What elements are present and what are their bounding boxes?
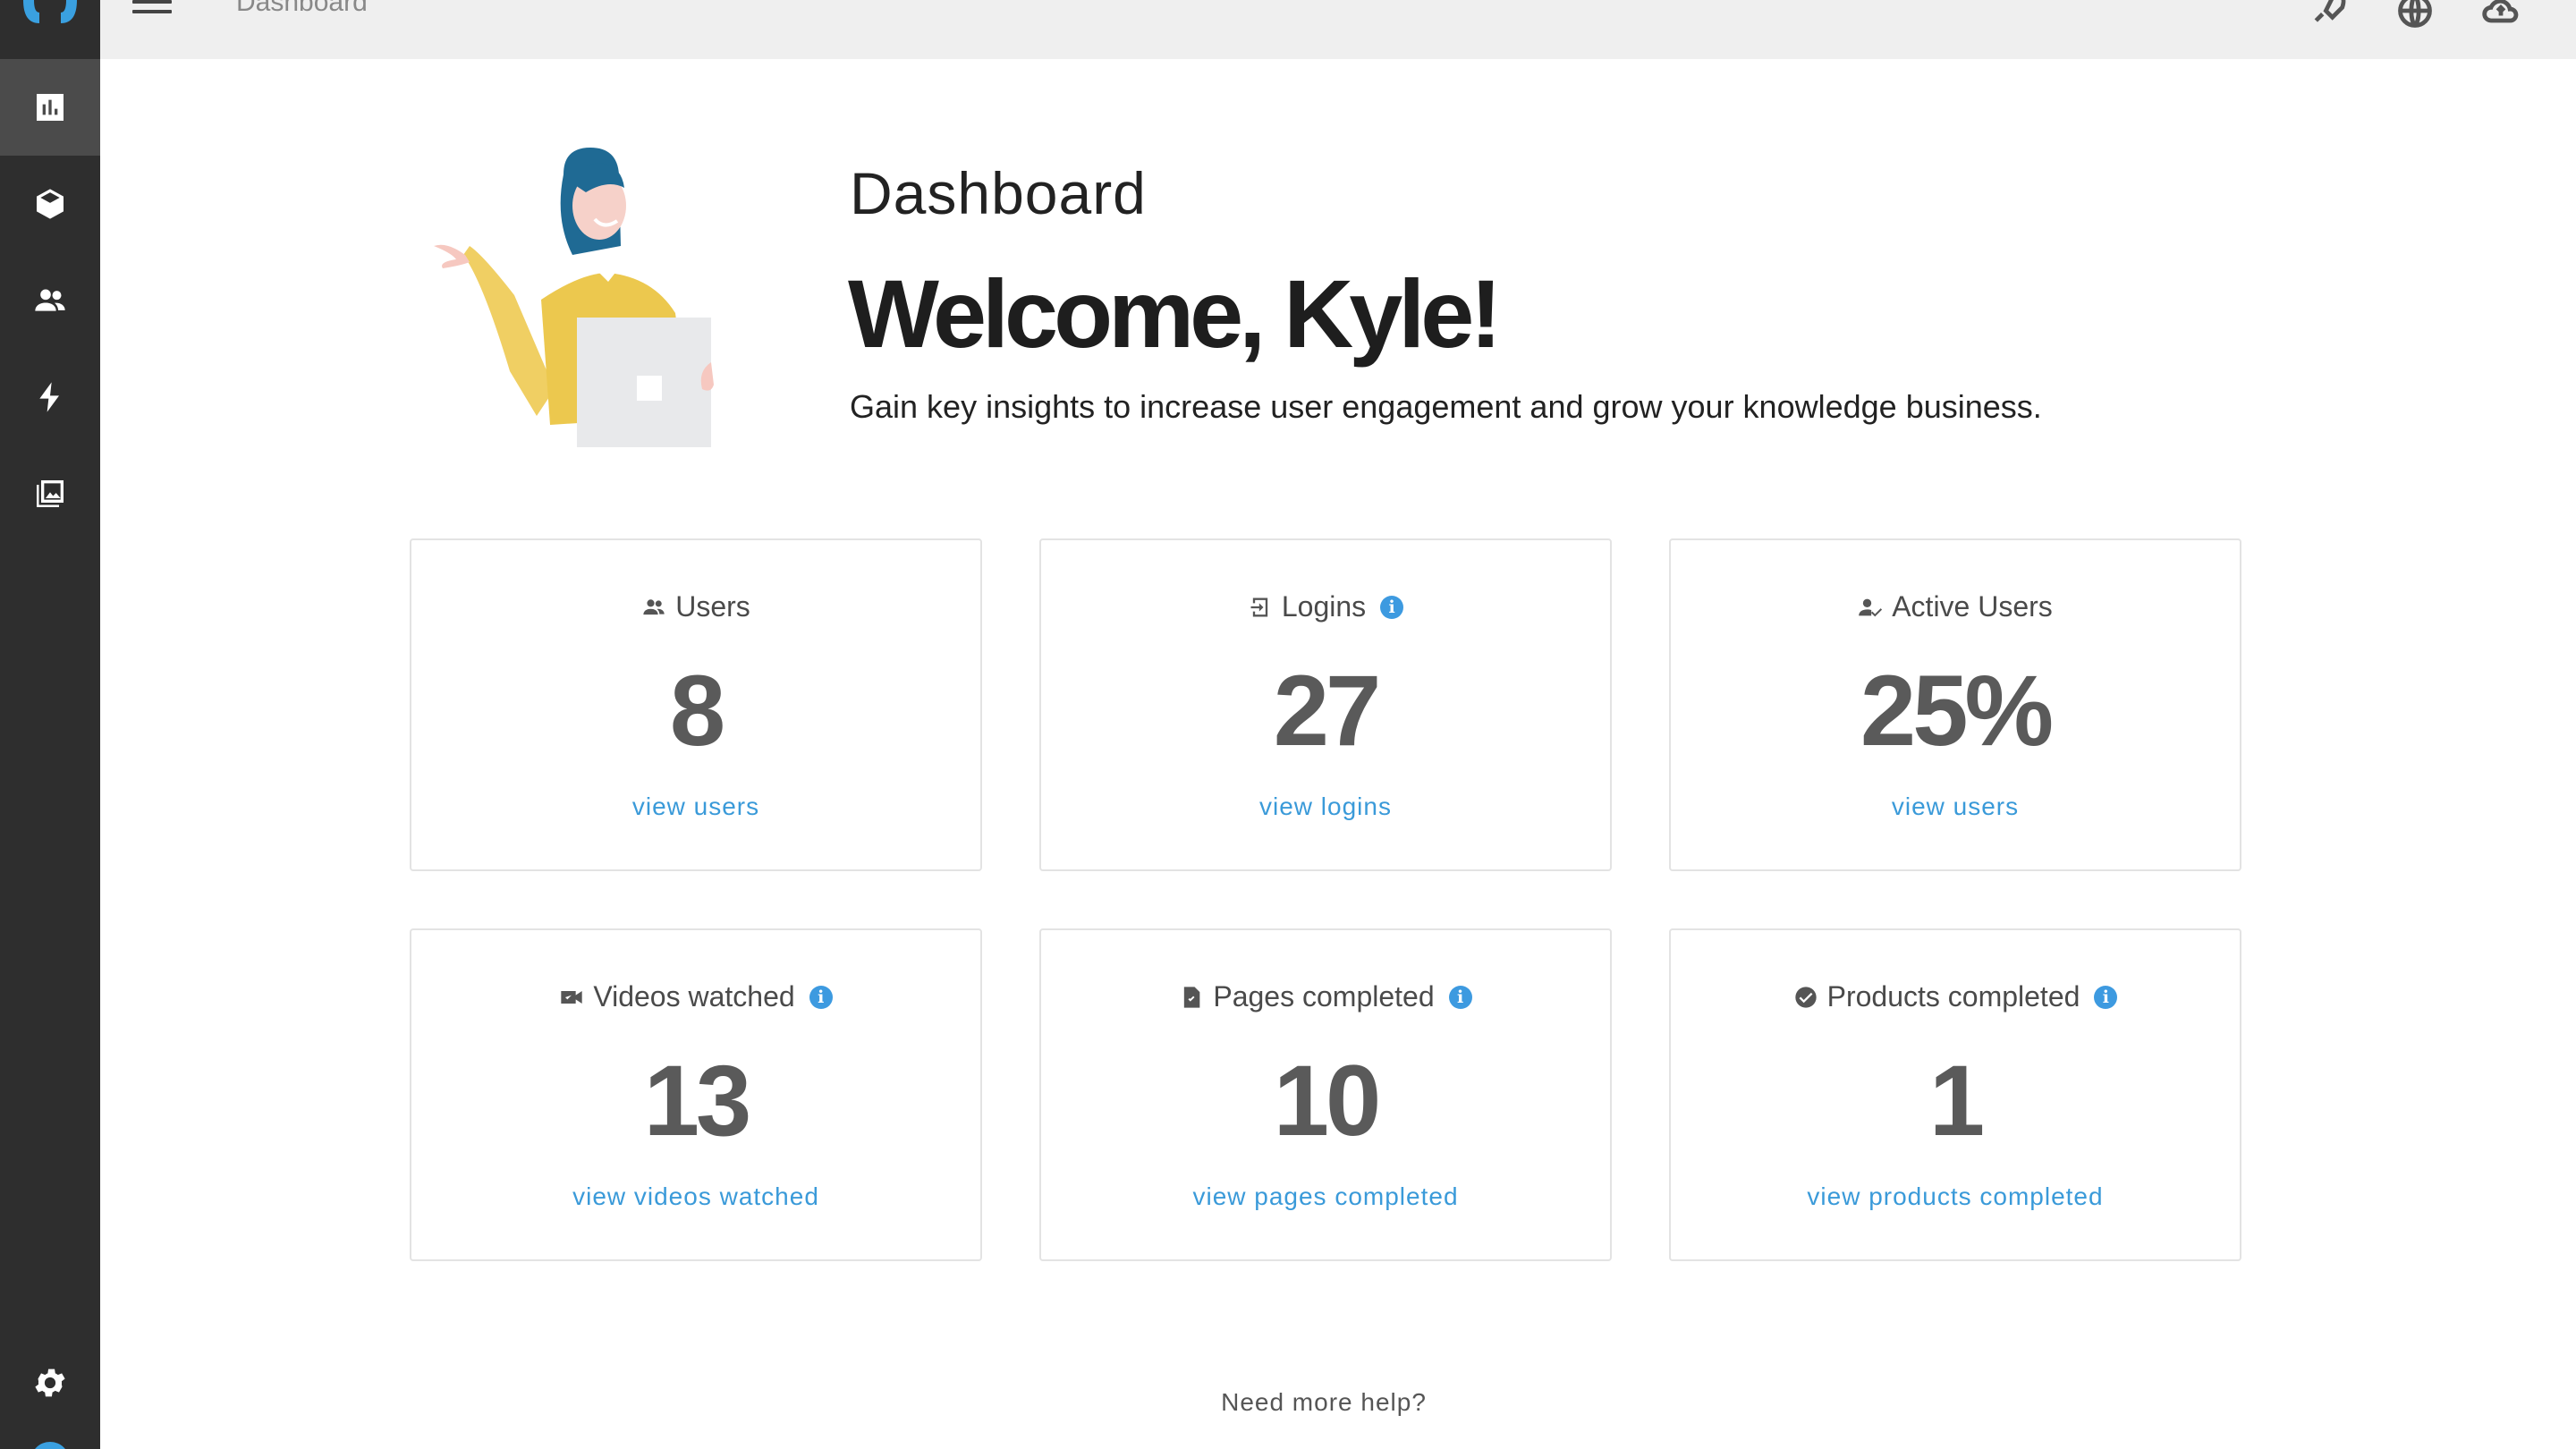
card-value: 13: [643, 1045, 752, 1157]
sidebar-item-dashboard[interactable]: [0, 59, 100, 156]
info-icon[interactable]: i: [2094, 985, 2118, 1009]
user-check-icon: [1858, 595, 1883, 620]
card-label: Users: [675, 590, 750, 623]
bar-chart-icon: [37, 94, 64, 121]
card-value: 8: [669, 655, 725, 767]
sidebar: [0, 0, 100, 1449]
view-logins-link[interactable]: view logins: [1041, 792, 1610, 821]
info-icon[interactable]: i: [809, 985, 833, 1009]
card-label: Logins: [1281, 590, 1367, 623]
stat-card-logins: Logins i 27 view logins: [1039, 538, 1612, 871]
sidebar-item-automations[interactable]: [0, 349, 100, 445]
page-description: Gain key insights to increase user engag…: [850, 388, 2042, 425]
card-label: Pages completed: [1213, 980, 1435, 1013]
view-users-link[interactable]: view users: [411, 792, 980, 821]
view-active-users-link[interactable]: view users: [1671, 792, 2240, 821]
welcome-illustration-icon: [434, 148, 714, 447]
page-subtitle: Dashboard: [850, 160, 1147, 226]
brand-logo[interactable]: [0, 0, 100, 59]
stat-card-videos-watched: Videos watched i 13 view videos watched: [410, 928, 982, 1261]
top-bar: Dashboard: [100, 0, 2576, 59]
login-icon: [1248, 595, 1273, 620]
card-value: 27: [1273, 655, 1382, 767]
stat-card-pages-completed: Pages completed i 10 view pages complete…: [1039, 928, 1612, 1261]
view-videos-watched-link[interactable]: view videos watched: [411, 1182, 980, 1211]
card-label: Active Users: [1892, 590, 2053, 623]
stat-card-active-users: Active Users 25% view users: [1669, 538, 2241, 871]
card-value: 1: [1928, 1045, 1985, 1157]
stat-card-products-completed: Products completed i 1 view products com…: [1669, 928, 2241, 1261]
check-circle-icon: [1793, 985, 1818, 1010]
card-value: 25%: [1860, 655, 2054, 767]
globe-icon[interactable]: [2395, 0, 2435, 28]
breadcrumb: Dashboard: [236, 0, 368, 17]
cloud-upload-icon[interactable]: [2481, 0, 2521, 23]
page-title: Welcome, Kyle!: [848, 259, 1502, 368]
view-products-completed-link[interactable]: view products completed: [1671, 1182, 2240, 1211]
sidebar-item-products[interactable]: [0, 156, 100, 252]
help-text: Need more help?: [1221, 1388, 1427, 1416]
users-icon: [35, 289, 65, 311]
rocket-icon[interactable]: [2309, 0, 2349, 23]
card-value: 10: [1273, 1045, 1382, 1157]
menu-icon[interactable]: [132, 0, 172, 18]
sidebar-item-media[interactable]: [0, 445, 100, 542]
cube-icon: [37, 189, 64, 219]
card-label: Videos watched: [593, 980, 795, 1013]
info-icon[interactable]: i: [1380, 595, 1404, 619]
view-pages-completed-link[interactable]: view pages completed: [1041, 1182, 1610, 1211]
info-icon[interactable]: i: [1448, 985, 1472, 1009]
video-camera-icon: [559, 985, 584, 1010]
profile-avatar[interactable]: [30, 1442, 70, 1449]
lightning-icon: [39, 382, 59, 412]
document-check-icon: [1179, 985, 1204, 1010]
image-gallery-icon: [37, 480, 64, 507]
users-icon: [641, 595, 666, 620]
sidebar-item-users[interactable]: [0, 252, 100, 349]
card-label: Products completed: [1826, 980, 2080, 1013]
stat-card-users: Users 8 view users: [410, 538, 982, 871]
